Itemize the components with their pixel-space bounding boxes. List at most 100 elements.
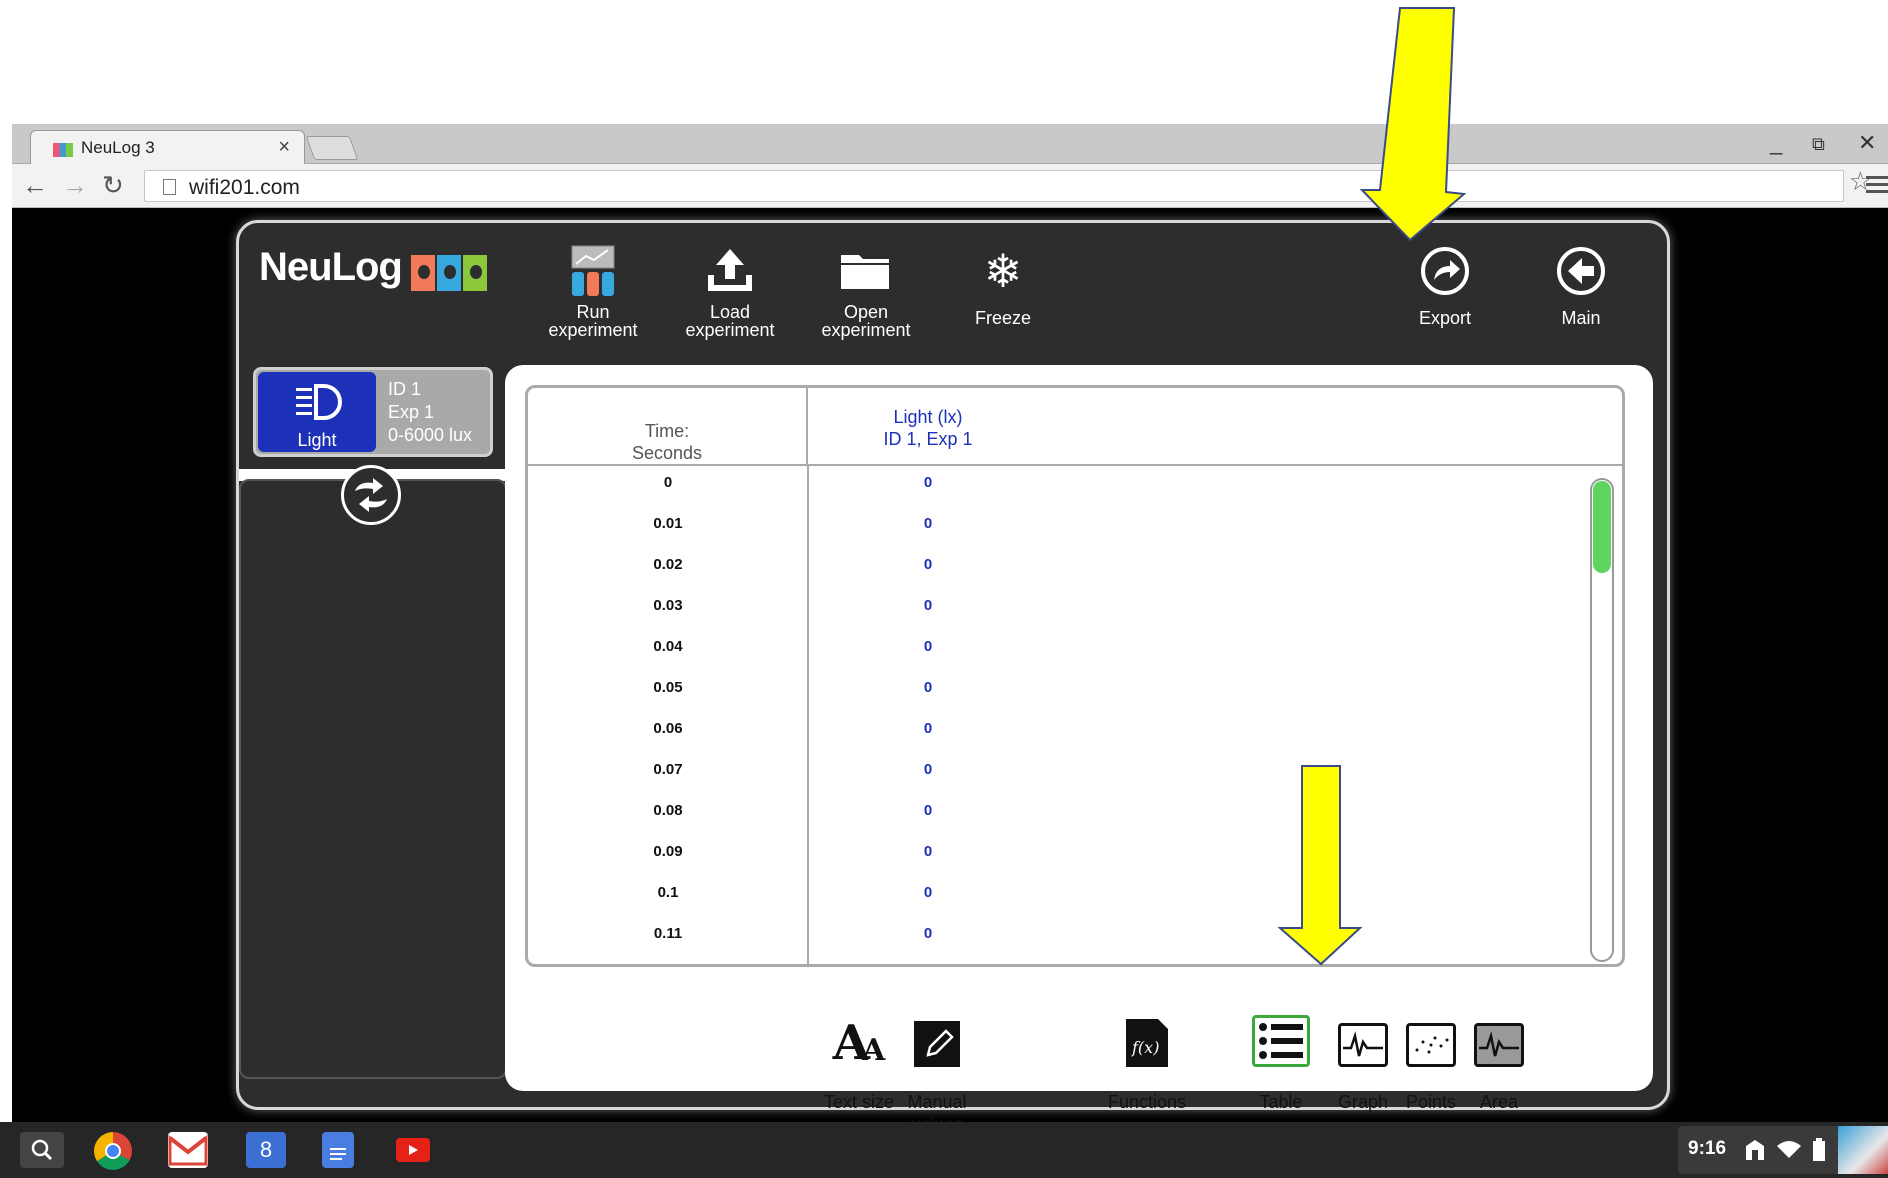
text-size-button[interactable]: AA Text size — [823, 989, 895, 1135]
run-experiment-label: Run experiment — [548, 302, 638, 340]
table-row[interactable]: 0.05 0 — [528, 673, 1588, 714]
light-value-cell: 0 — [923, 597, 933, 614]
table-scrollbar[interactable] — [1590, 478, 1614, 962]
export-button[interactable]: Export — [1385, 239, 1505, 327]
browser-toolbar: ← → ↻ wifi201.com ☆ — [12, 164, 1888, 208]
light-header-id: ID 1, Exp 1 — [883, 429, 973, 449]
function-icon: f(x) — [1105, 1011, 1189, 1067]
table-row[interactable]: 0.06 0 — [528, 714, 1588, 755]
pencil-icon — [907, 1011, 967, 1067]
open-experiment-label: Open experiment — [821, 302, 911, 340]
scrollbar-thumb[interactable] — [1593, 481, 1611, 573]
network-icon — [1746, 1140, 1764, 1160]
freeze-button[interactable]: ❄ Freeze — [943, 239, 1063, 327]
url-text: wifi201.com — [189, 176, 300, 199]
freeze-label: Freeze — [974, 308, 1032, 328]
open-experiment-button[interactable]: Open experiment — [806, 239, 926, 339]
time-cell: 0.06 — [653, 720, 683, 737]
points-icon — [1403, 1011, 1459, 1067]
launcher-search-icon[interactable] — [20, 1132, 64, 1168]
area-icon — [1471, 1011, 1527, 1067]
main-button[interactable]: Main — [1521, 239, 1641, 327]
light-column-header[interactable]: Light (lx) ID 1, Exp 1 — [808, 388, 1622, 466]
time-cell: 0 — [663, 474, 673, 491]
chrome-menu-icon[interactable] — [1866, 172, 1888, 197]
time-cell: 0.1 — [657, 884, 679, 901]
graph-view-button[interactable]: Graph — [1335, 989, 1391, 1135]
upload-icon — [670, 239, 790, 303]
restore-icon[interactable]: ⧉ — [1812, 134, 1825, 155]
light-value-cell: 0 — [923, 638, 933, 655]
snowflake-icon: ❄ — [983, 245, 1023, 297]
back-circle-icon — [1521, 239, 1641, 303]
sensor-range: 0-6000 lux — [388, 425, 473, 445]
browser-tab-strip: NeuLog 3 × — [12, 124, 1888, 164]
new-tab-button[interactable] — [305, 136, 359, 160]
export-pointer-arrow-icon — [1359, 7, 1467, 242]
load-experiment-label: Load experiment — [685, 302, 775, 340]
functions-label: Functions — [1107, 1092, 1187, 1112]
time-header-unit: Seconds — [631, 443, 703, 463]
text-size-icon: AA — [832, 1015, 886, 1071]
light-value-cell: 0 — [923, 925, 933, 942]
light-header-label: Light (lx) — [893, 407, 963, 427]
table-row[interactable]: 0.02 0 — [528, 550, 1588, 591]
address-bar[interactable]: wifi201.com — [144, 170, 1844, 202]
table-row[interactable]: 0.1 0 — [528, 878, 1588, 919]
table-row[interactable]: 0.07 0 — [528, 755, 1588, 796]
chrome-app-icon[interactable] — [94, 1132, 132, 1170]
table-row[interactable]: 0.04 0 — [528, 632, 1588, 673]
browser-tab[interactable]: NeuLog 3 × — [30, 130, 305, 164]
close-window-icon[interactable]: ✕ — [1858, 130, 1876, 156]
points-label: Points — [1405, 1092, 1457, 1112]
folder-icon — [806, 239, 926, 303]
docs-app-icon[interactable] — [322, 1132, 354, 1168]
battery-icon — [1813, 1138, 1825, 1161]
forward-icon[interactable]: → — [62, 172, 88, 198]
light-value-cell: 0 — [923, 679, 933, 696]
neulog-logo-blocks — [411, 255, 487, 291]
time-cell: 0.03 — [653, 597, 683, 614]
area-view-button[interactable]: Area — [1471, 989, 1527, 1135]
load-experiment-button[interactable]: Load experiment — [670, 239, 790, 339]
time-cell: 0.09 — [653, 843, 683, 860]
table-row[interactable]: 0.09 0 — [528, 837, 1588, 878]
graph-icon — [1335, 1011, 1391, 1067]
os-shelf: 8 9:16 — [0, 1122, 1888, 1178]
time-column-header: Time: Seconds — [528, 388, 808, 466]
table-row[interactable]: 0.03 0 — [528, 591, 1588, 632]
light-sensor-card[interactable]: Light ID 1 Exp 1 0-6000 lux — [253, 367, 493, 457]
time-cell: 0.01 — [653, 515, 683, 532]
sensor-exp: Exp 1 — [388, 402, 435, 422]
svg-text:f(x): f(x) — [1131, 1038, 1159, 1057]
left-panel — [239, 479, 507, 1079]
light-value-cell: 0 — [923, 556, 933, 573]
tab-close-icon[interactable]: × — [278, 136, 290, 159]
table-row[interactable]: 0.11 0 — [528, 919, 1588, 960]
time-cell: 0.07 — [653, 761, 683, 778]
table-view-button[interactable]: Table — [1249, 989, 1313, 1135]
light-value-cell: 0 — [923, 843, 933, 860]
reload-icon[interactable]: ↻ — [102, 172, 124, 198]
time-header-label: Time: — [644, 421, 690, 441]
table-row[interactable]: 0.08 0 — [528, 796, 1588, 837]
status-tray[interactable]: 9:16 — [1678, 1126, 1888, 1174]
google-plus-app-icon[interactable]: 8 — [246, 1132, 286, 1168]
table-row[interactable]: 00 — [528, 468, 1588, 509]
back-icon[interactable]: ← — [22, 172, 48, 198]
run-experiment-button[interactable]: Run experiment — [533, 239, 653, 339]
table-row[interactable]: 0.01 0 — [528, 509, 1588, 550]
swap-arrows-icon — [355, 478, 387, 512]
youtube-app-icon[interactable] — [396, 1138, 430, 1162]
light-value-cell: 0 — [923, 884, 933, 901]
main-label: Main — [1561, 308, 1601, 328]
neulog-app: NeuLog Run experiment Load experiment Op… — [236, 220, 1670, 1134]
points-view-button[interactable]: Points — [1403, 989, 1459, 1135]
swap-button[interactable] — [341, 465, 401, 525]
clock: 9:16 — [1688, 1138, 1727, 1159]
user-avatar[interactable] — [1838, 1126, 1888, 1174]
minimize-icon[interactable]: _ — [1770, 130, 1782, 156]
gmail-app-icon[interactable] — [168, 1132, 208, 1168]
light-sensor-button[interactable]: Light — [258, 372, 376, 452]
functions-button[interactable]: f(x) Functions — [1105, 989, 1189, 1135]
